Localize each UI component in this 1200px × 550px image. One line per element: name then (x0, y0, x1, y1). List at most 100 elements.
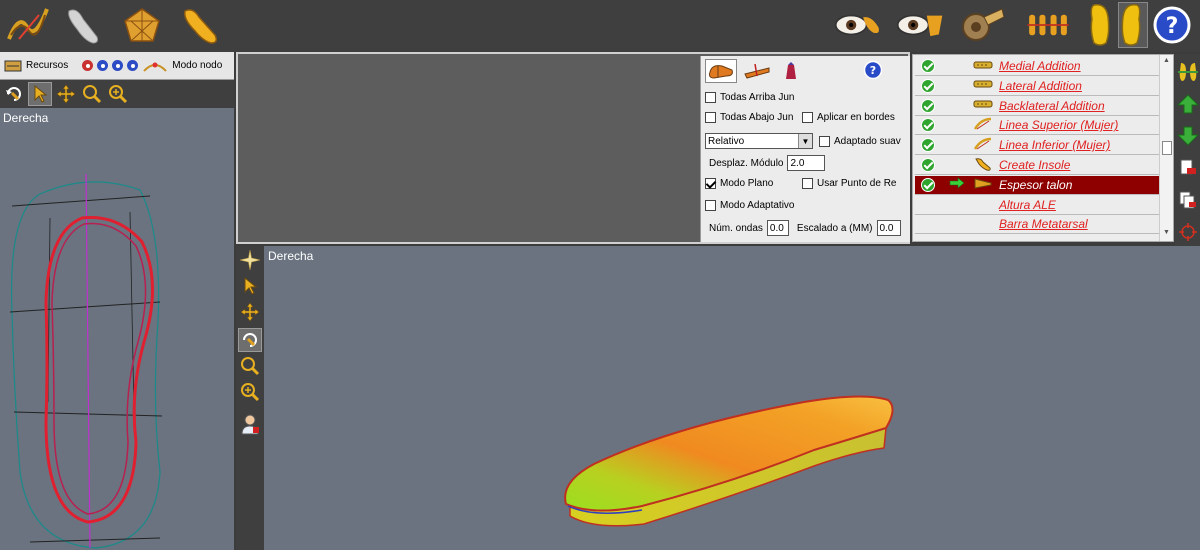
foot-pair-button[interactable] (1024, 2, 1072, 48)
escalado-input[interactable]: 0.0 (876, 220, 901, 236)
num-ondas-input[interactable]: 0.0 (766, 220, 789, 236)
operation-row[interactable]: Espesor talon (915, 175, 1159, 195)
operation-row[interactable]: Lateral Addition (915, 77, 1159, 96)
aplicar-bordes-label: Aplicar en bordes (817, 112, 895, 123)
3d-zoom-tool[interactable] (238, 354, 262, 378)
row-modo-adaptativo: Modo Adaptativo (705, 200, 795, 211)
zoom-in-icon (109, 85, 128, 104)
operation-row[interactable]: Linea Inferior (Mujer) (915, 136, 1159, 156)
usar-punto-checkbox[interactable] (802, 178, 813, 189)
view-top-button[interactable] (834, 2, 882, 48)
modo-adaptativo-checkbox[interactable] (705, 200, 716, 211)
play-icon[interactable] (97, 60, 109, 71)
modo-plano-checkbox[interactable] (705, 178, 716, 189)
line-curve-icon (973, 137, 992, 150)
insole-button[interactable] (176, 2, 224, 48)
operation-label: Backlateral Addition (999, 98, 1105, 113)
addition-icon (973, 61, 993, 68)
checkmark-icon[interactable] (921, 78, 935, 93)
scan-button[interactable] (58, 2, 106, 48)
left-2d-view-panel: Recursos Modo nodo Derecha (0, 52, 234, 550)
stop-icon[interactable] (127, 60, 139, 71)
scrollbar-thumb[interactable] (1162, 141, 1172, 155)
operations-scrollbar[interactable]: ▲ ▼ (1159, 55, 1173, 241)
todas-abajo-checkbox[interactable] (705, 112, 716, 123)
3d-rotate-tool[interactable] (238, 328, 262, 352)
checkmark-icon[interactable] (921, 98, 935, 113)
help-icon: ? (863, 60, 883, 79)
user-view-tool[interactable] (238, 412, 262, 436)
3d-tools-toolbar (236, 246, 264, 550)
operation-row[interactable]: Barra Metatarsal (915, 215, 1159, 235)
3d-view-panel[interactable]: Derecha (264, 246, 1200, 550)
scroll-up-icon[interactable]: ▲ (1163, 57, 1170, 64)
zoom-in-tool[interactable] (106, 82, 130, 106)
zoom-out-tool[interactable] (80, 82, 104, 106)
adaptado-checkbox[interactable] (819, 135, 830, 147)
right-foot-button[interactable] (1118, 2, 1148, 48)
edit-curves-button[interactable] (4, 2, 52, 48)
mode-select-value: Relativo (708, 135, 745, 147)
move-cross-icon (56, 84, 76, 104)
undo-tool[interactable] (2, 82, 26, 106)
left-foot-button[interactable] (1082, 2, 1118, 48)
chevron-down-icon: ▼ (798, 134, 812, 148)
operation-row[interactable]: Linea Superior (Mujer) (915, 116, 1159, 136)
3d-zoom-in-tool[interactable] (238, 380, 262, 404)
view-side-button[interactable] (896, 2, 944, 48)
row-ondas-escalado: Núm. ondas 0.0 Escalado a (MM) 0.0 (709, 220, 901, 236)
resources-icon[interactable] (4, 60, 22, 72)
operation-row[interactable]: Altura ALE (915, 196, 1159, 215)
modo-adaptativo-label: Modo Adaptativo (720, 200, 795, 211)
scroll-down-icon[interactable]: ▼ (1163, 229, 1170, 236)
copy-operation-tool[interactable] (1176, 188, 1200, 212)
operation-label: Linea Inferior (Mujer) (999, 138, 1111, 153)
tab-heel[interactable] (777, 59, 805, 83)
left-foot-icon (1090, 4, 1110, 46)
insole-2d-drawing[interactable] (0, 172, 234, 550)
checkmark-icon[interactable] (921, 158, 935, 172)
operation-row[interactable]: Medial Addition (915, 57, 1159, 76)
tab-insole-side[interactable] (741, 59, 773, 83)
left-view-title: Derecha (3, 111, 49, 125)
properties-panel: ? Todas Arriba Jun Todas Abajo Jun Aplic… (700, 56, 910, 242)
light-tool[interactable] (238, 248, 262, 272)
eye-heel-icon (896, 14, 943, 37)
checkmark-icon[interactable] (921, 118, 935, 133)
todas-arriba-checkbox[interactable] (705, 92, 716, 103)
operation-label: Barra Metatarsal (999, 217, 1088, 232)
properties-help-button[interactable]: ? (863, 60, 883, 83)
help-button[interactable]: ? (1150, 2, 1194, 48)
insole-scan-icon (68, 9, 98, 44)
arrow-up-icon (1177, 94, 1199, 114)
move-down-tool[interactable] (1176, 124, 1200, 148)
desplaz-input[interactable]: 2.0 (787, 155, 826, 171)
operation-label: Espesor talon (999, 177, 1073, 192)
3d-pan-tool[interactable] (238, 300, 262, 324)
addition-icon (973, 80, 993, 88)
checkmark-icon[interactable] (921, 59, 935, 73)
pause-icon[interactable] (112, 60, 124, 71)
aplicar-bordes-checkbox[interactable] (802, 112, 813, 123)
target-tool[interactable] (1176, 220, 1200, 244)
delete-operation-tool[interactable] (1176, 156, 1200, 180)
record-icon[interactable] (82, 60, 94, 71)
insole-side-icon (744, 63, 770, 79)
select-tool[interactable] (28, 82, 52, 106)
3d-select-tool[interactable] (238, 274, 262, 298)
foot-pair-tool[interactable] (1176, 60, 1200, 84)
move-up-tool[interactable] (1176, 92, 1200, 116)
checkmark-icon[interactable] (921, 138, 935, 153)
operation-row[interactable]: Create Insole (915, 156, 1159, 175)
tab-insole-zones[interactable] (705, 59, 737, 83)
operation-row[interactable]: Backlateral Addition (915, 97, 1159, 116)
row-desplaz: Desplaz. Módulo 2.0 (709, 155, 826, 171)
pan-tool[interactable] (54, 82, 78, 106)
operation-label: Medial Addition (999, 59, 1081, 73)
checkmark-icon[interactable] (921, 177, 935, 192)
measure-button[interactable] (958, 2, 1006, 48)
insole-3d-model[interactable] (554, 386, 904, 536)
rotate-icon (243, 333, 257, 347)
foot-zones-button[interactable] (118, 2, 166, 48)
mode-select[interactable]: Relativo ▼ (705, 133, 813, 149)
